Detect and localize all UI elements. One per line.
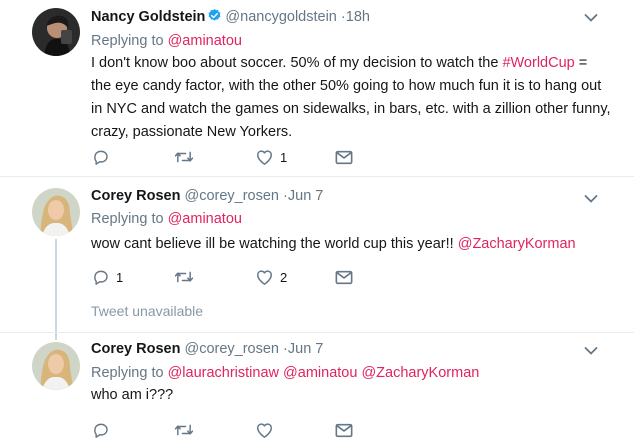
avatar[interactable] xyxy=(32,342,80,390)
tweet-header: Nancy Goldstein @nancygoldstein ·18h xyxy=(91,8,370,27)
replying-prefix: Replying to xyxy=(91,211,168,227)
chevron-down-icon[interactable] xyxy=(584,13,598,23)
tweet-header: Corey Rosen @corey_rosen ·Jun 7 xyxy=(91,341,323,357)
tweet-divider xyxy=(0,176,634,177)
thread-connector-line xyxy=(55,239,57,340)
verified-badge-icon xyxy=(207,8,222,27)
retweet-icon xyxy=(174,271,194,283)
tweet-text-line: the eye candy factor, with the other 50%… xyxy=(91,78,602,94)
reply-count: 1 xyxy=(116,269,124,285)
display-name[interactable]: Corey Rosen xyxy=(91,341,180,357)
like-button[interactable] xyxy=(255,420,274,440)
direct-message-button[interactable] xyxy=(335,147,353,167)
envelope-icon xyxy=(335,270,353,284)
timestamp[interactable]: Jun 7 xyxy=(288,341,323,357)
tweet-text-line: I don't know boo about soccer. 50% of my… xyxy=(91,55,588,71)
mention-link[interactable]: @ZacharyKorman xyxy=(458,236,576,252)
tweet-text-body: wow cant believe ill be watching the wor… xyxy=(91,236,458,252)
retweet-icon xyxy=(174,424,194,436)
like-button[interactable]: 2 xyxy=(255,267,287,287)
replying-to: Replying to @aminatou xyxy=(91,33,242,49)
tweet-text: who am i??? xyxy=(91,387,174,403)
replying-prefix: Replying to xyxy=(91,365,168,381)
replying-to: Replying to @laurachristinaw @aminatou @… xyxy=(91,365,479,381)
replying-prefix: Replying to xyxy=(91,33,168,49)
display-name[interactable]: Nancy Goldstein xyxy=(91,9,205,25)
user-handle[interactable]: @nancygoldstein xyxy=(225,9,336,25)
envelope-icon xyxy=(335,150,353,164)
reply-button[interactable] xyxy=(92,147,110,167)
tweet-text-line: in NYC and watch the games on sidewalks,… xyxy=(91,101,611,117)
tweet-text-line: crazy, passionate New Yorkers. xyxy=(91,124,293,140)
chevron-down-icon[interactable] xyxy=(584,194,598,204)
reply-icon xyxy=(94,150,108,165)
like-count: 2 xyxy=(280,269,288,285)
retweet-button[interactable] xyxy=(174,267,194,287)
direct-message-button[interactable] xyxy=(335,420,353,440)
mention-link[interactable]: @ZacharyKorman xyxy=(361,365,479,381)
reply-button[interactable] xyxy=(92,420,110,440)
reply-button[interactable]: 1 xyxy=(92,267,123,287)
like-count: 1 xyxy=(280,149,288,165)
tweet-text: I don't know boo about soccer. 50% of my… xyxy=(91,52,621,144)
hashtag-link[interactable]: #WorldCup xyxy=(502,55,574,71)
mention-link[interactable]: @laurachristinaw xyxy=(168,365,279,381)
envelope-icon xyxy=(335,423,353,437)
user-handle[interactable]: @corey_rosen xyxy=(184,341,279,357)
mention-link[interactable]: @aminatou xyxy=(168,211,242,227)
tweet-header: Corey Rosen @corey_rosen ·Jun 7 xyxy=(91,188,323,204)
heart-icon xyxy=(257,150,272,165)
timestamp[interactable]: 18h xyxy=(346,9,370,25)
like-button[interactable]: 1 xyxy=(255,147,287,167)
tweet-divider xyxy=(0,332,634,333)
retweet-button[interactable] xyxy=(174,147,194,167)
timestamp[interactable]: Jun 7 xyxy=(288,188,323,204)
retweet-icon xyxy=(174,151,194,163)
chevron-down-icon[interactable] xyxy=(584,346,598,356)
heart-icon xyxy=(257,270,272,285)
replying-to: Replying to @aminatou xyxy=(91,211,242,227)
user-handle[interactable]: @corey_rosen xyxy=(184,188,279,204)
avatar[interactable] xyxy=(32,8,80,56)
display-name[interactable]: Corey Rosen xyxy=(91,188,180,204)
tweet-text: wow cant believe ill be watching the wor… xyxy=(91,233,621,256)
tweet-unavailable-notice: Tweet unavailable xyxy=(91,303,204,319)
avatar[interactable] xyxy=(32,188,80,236)
heart-icon xyxy=(257,423,272,438)
mention-link[interactable]: @aminatou xyxy=(168,33,242,49)
reply-icon xyxy=(94,270,108,285)
reply-icon xyxy=(94,423,108,438)
direct-message-button[interactable] xyxy=(335,267,353,287)
mention-link[interactable]: @aminatou xyxy=(283,365,357,381)
retweet-button[interactable] xyxy=(174,420,194,440)
